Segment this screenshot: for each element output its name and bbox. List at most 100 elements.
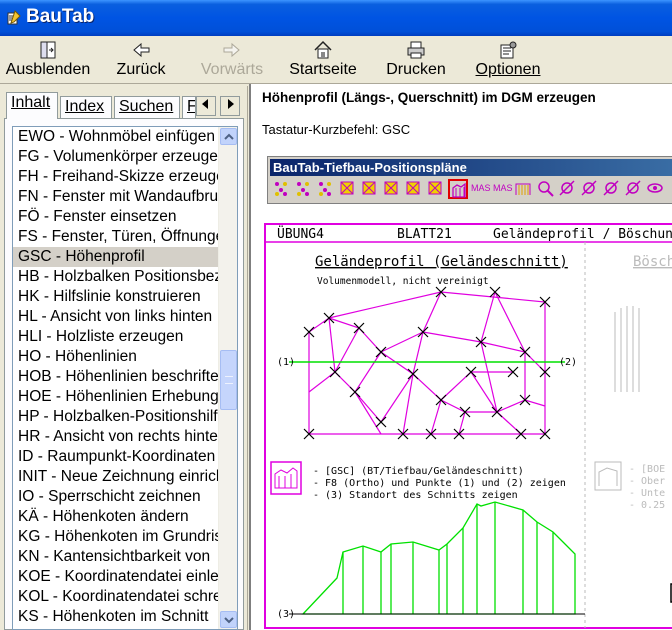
- tab-favorites[interactable]: F: [182, 96, 196, 118]
- list-item[interactable]: FH - Freihand-Skizze erzeugen: [13, 167, 218, 187]
- printer-icon: [407, 41, 425, 59]
- measure-button[interactable]: [558, 179, 578, 199]
- survey-point: [349, 386, 361, 398]
- tab-index[interactable]: Index: [60, 96, 112, 118]
- measure-button[interactable]: [580, 179, 600, 199]
- zoom-button[interactable]: [536, 179, 556, 199]
- list-item[interactable]: KN - Kantensichtbarkeit von: [13, 547, 218, 567]
- gsc-profile-icon: [452, 182, 466, 198]
- profile-button[interactable]: [514, 179, 534, 199]
- zoom-icon: [538, 181, 554, 197]
- scroll-down-button[interactable]: [220, 611, 237, 628]
- help-window: BauTab Ausblenden Zurück Vorwärts Starts…: [0, 0, 672, 630]
- header-mid: BLATT21: [397, 227, 452, 242]
- options-icon: [500, 41, 517, 59]
- points-icon: [275, 182, 287, 196]
- list-item[interactable]: EWO - Wohnmöbel einfügen: [13, 127, 218, 147]
- right-note-1: - [BOE: [629, 464, 665, 475]
- list-item[interactable]: GSC - Höhenprofil: [13, 247, 218, 267]
- note-2: - F8 (Ortho) und Punkte (1) und (2) zeig…: [313, 478, 566, 489]
- list-item[interactable]: KS - Höhenkoten im Schnitt: [13, 607, 218, 627]
- right-section: [614, 306, 640, 392]
- list-item[interactable]: INIT - Neue Zeichnung einrichten: [13, 467, 218, 487]
- measure-button[interactable]: [602, 179, 622, 199]
- eye-button[interactable]: [646, 179, 666, 199]
- mas-button[interactable]: MAS: [470, 179, 491, 199]
- points-icon: [297, 182, 309, 196]
- back-arrow-icon: [133, 42, 150, 58]
- list-item[interactable]: HP - Holzbalken-Positionshilfe: [13, 407, 218, 427]
- hide-label: Ausblenden: [5, 61, 91, 78]
- list-item[interactable]: ID - Raumpunkt-Koordinaten: [13, 447, 218, 467]
- left-arrow-icon: [202, 99, 208, 109]
- list-item[interactable]: FS - Fenster, Türen, Öffnungen: [13, 227, 218, 247]
- right-arrow-icon: [228, 99, 234, 109]
- points-button[interactable]: [316, 179, 336, 199]
- marker-1: (1): [277, 357, 295, 368]
- tab-search[interactable]: Suchen: [114, 96, 180, 118]
- gsc-profile-button[interactable]: [448, 179, 468, 199]
- vertical-scrollbar[interactable]: [218, 127, 237, 629]
- points-button[interactable]: [294, 179, 314, 199]
- survey-point: [435, 394, 447, 406]
- scroll-up-button[interactable]: [220, 128, 237, 145]
- navigation-pane: Inhalt Index Suchen F EWO - Wohnmöbel ei…: [0, 86, 248, 630]
- forward-button[interactable]: Vorwärts: [198, 39, 266, 83]
- tab-favorites-label: F: [187, 98, 196, 115]
- marker-2: (2): [559, 357, 577, 368]
- tab-search-label: Suchen: [119, 98, 174, 115]
- topic-list[interactable]: EWO - Wohnmöbel einfügen FG - Volumenkörp…: [12, 126, 238, 630]
- tab-scroll-right-button[interactable]: [220, 96, 240, 116]
- points-button[interactable]: [272, 179, 292, 199]
- list-item[interactable]: KG - Höhenkoten im Grundriss: [13, 527, 218, 547]
- tab-contents[interactable]: Inhalt: [6, 92, 58, 119]
- options-button[interactable]: Optionen: [472, 39, 544, 83]
- list-item[interactable]: HOB - Höhenlinien beschriften: [13, 367, 218, 387]
- grid-button[interactable]: [360, 179, 380, 199]
- list-item[interactable]: HOE - Höhenlinien Erhebung: [13, 387, 218, 407]
- scroll-thumb[interactable]: [220, 350, 237, 410]
- back-button[interactable]: Zurück: [112, 39, 170, 83]
- home-button[interactable]: Startseite: [286, 39, 360, 83]
- list-item[interactable]: FN - Fenster mit Wandaufbruch: [13, 187, 218, 207]
- grid-button[interactable]: [426, 179, 446, 199]
- topic-content: Höhenprofil (Längs-, Querschnitt) im DGM…: [249, 84, 672, 630]
- window-title: BauTab: [26, 6, 95, 27]
- home-icon: [314, 40, 332, 59]
- list-item[interactable]: KOL - Koordinatendatei schreiben: [13, 587, 218, 607]
- topic-heading: Höhenprofil (Längs-, Querschnitt) im DGM…: [262, 90, 596, 105]
- drawing-title: Geländeprofil (Geländeschnitt): [315, 254, 568, 270]
- print-button[interactable]: Drucken: [384, 39, 448, 83]
- tab-scroll-left-button[interactable]: [196, 96, 216, 116]
- list-item[interactable]: HK - Hilfslinie konstruieren: [13, 287, 218, 307]
- list-item[interactable]: IO - Sperrschicht zeichnen: [13, 487, 218, 507]
- grid-button[interactable]: [338, 179, 358, 199]
- list-item[interactable]: HR - Ansicht von rechts hinten: [13, 427, 218, 447]
- list-item[interactable]: HLI - Holzliste erzeugen: [13, 327, 218, 347]
- right-icon: [594, 461, 622, 491]
- grid-button[interactable]: [382, 179, 402, 199]
- list-item[interactable]: KOE - Koordinatendatei einlesen: [13, 567, 218, 587]
- measure-button[interactable]: [624, 179, 644, 199]
- mas-label: MAS: [471, 183, 491, 193]
- measure-icon: [581, 180, 597, 196]
- list-item[interactable]: FG - Volumenkörper erzeugen: [13, 147, 218, 167]
- list-item[interactable]: HL - Ansicht von links hinten: [13, 307, 218, 327]
- mas-button[interactable]: MAS: [492, 179, 513, 199]
- list-item[interactable]: HB - Holzbalken Positionsbezeichnung: [13, 267, 218, 287]
- list-item[interactable]: KÄ - Höhenkoten ändern: [13, 507, 218, 527]
- list-item[interactable]: FÖ - Fenster einsetzen: [13, 207, 218, 227]
- list-item[interactable]: HO - Höhenlinien: [13, 347, 218, 367]
- profile-icon: [515, 183, 531, 195]
- tab-contents-label: Inhalt: [11, 94, 51, 111]
- mas-label: MAS: [493, 183, 513, 193]
- right-note-3: - Unte: [629, 488, 665, 499]
- toolbar-palette-image: BauTab-Tiefbau-Positionspläne MAS MAS: [267, 156, 672, 204]
- survey-point: [353, 322, 365, 334]
- measure-icon: [625, 180, 641, 196]
- hide-button[interactable]: Ausblenden: [4, 39, 92, 83]
- tab-index-label: Index: [65, 98, 105, 115]
- grid-button[interactable]: [404, 179, 424, 199]
- header-left: ÜBUNG4: [277, 225, 324, 242]
- title-bar[interactable]: BauTab: [0, 0, 672, 36]
